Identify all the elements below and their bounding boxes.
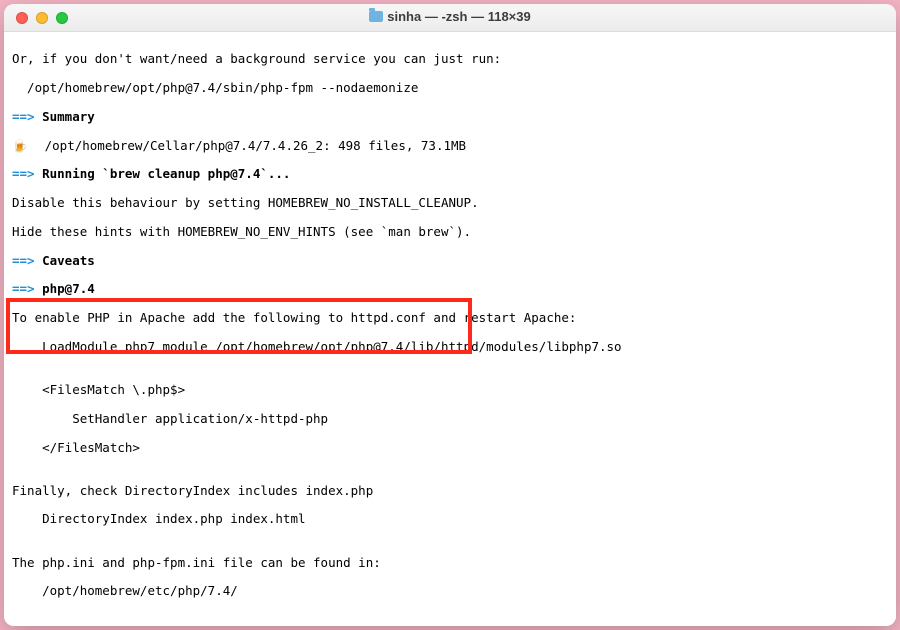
output-line: Disable this behaviour by setting HOMEBR… (12, 196, 888, 210)
output-line: DirectoryIndex index.php index.html (12, 512, 888, 526)
output-line: ==> Running `brew cleanup php@7.4`... (12, 167, 888, 181)
arrow-icon: ==> (12, 253, 35, 268)
arrow-icon: ==> (12, 281, 35, 296)
zoom-icon[interactable] (56, 12, 68, 24)
output-line: ==> php@7.4 (12, 282, 888, 296)
output-line: /opt/homebrew/etc/php/7.4/ (12, 584, 888, 598)
output-line: Finally, check DirectoryIndex includes i… (12, 484, 888, 498)
minimize-icon[interactable] (36, 12, 48, 24)
close-icon[interactable] (16, 12, 28, 24)
traffic-lights (4, 12, 68, 24)
terminal-output[interactable]: Or, if you don't want/need a background … (4, 32, 896, 626)
output-line: Or, if you don't want/need a background … (12, 52, 888, 66)
output-line: SetHandler application/x-httpd-php (12, 412, 888, 426)
title-user: sinha (387, 9, 421, 24)
output-line: <FilesMatch \.php$> (12, 383, 888, 397)
output-line: 🍺 /opt/homebrew/Cellar/php@7.4/7.4.26_2:… (12, 139, 888, 153)
title-dimensions: 118×39 (488, 9, 531, 24)
folder-icon (369, 11, 383, 22)
output-line: ==> Caveats (12, 254, 888, 268)
window-title: sinha — -zsh — 118×39 (4, 10, 896, 25)
output-line: </FilesMatch> (12, 441, 888, 455)
terminal-window: sinha — -zsh — 118×39 Or, if you don't w… (4, 4, 896, 626)
output-line: LoadModule php7_module /opt/homebrew/opt… (12, 340, 888, 354)
output-line: To enable PHP in Apache add the followin… (12, 311, 888, 325)
title-shell: -zsh (441, 9, 467, 24)
output-line: The php.ini and php-fpm.ini file can be … (12, 556, 888, 570)
output-line: Hide these hints with HOMEBREW_NO_ENV_HI… (12, 225, 888, 239)
arrow-icon: ==> (12, 166, 35, 181)
arrow-icon: ==> (12, 109, 35, 124)
titlebar[interactable]: sinha — -zsh — 118×39 (4, 4, 896, 32)
output-line: ==> Summary (12, 110, 888, 124)
output-line: /opt/homebrew/opt/php@7.4/sbin/php-fpm -… (12, 81, 888, 95)
beer-icon: 🍺 (12, 138, 28, 153)
